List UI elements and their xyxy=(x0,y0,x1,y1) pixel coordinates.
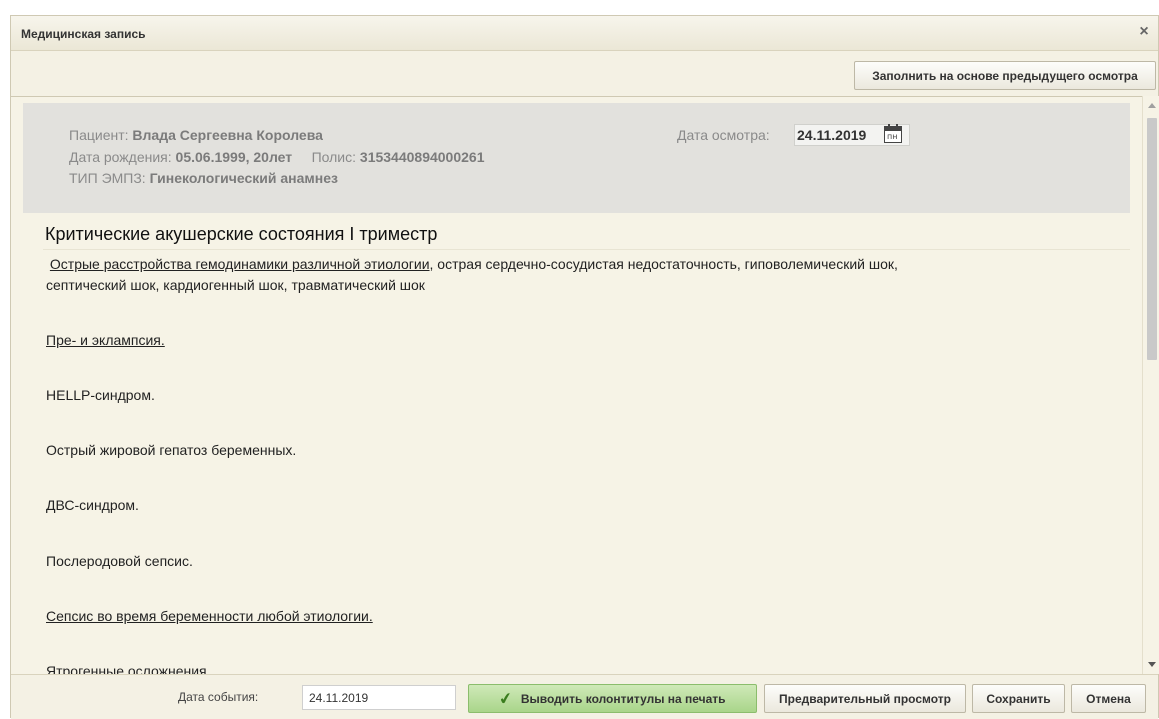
dialog-footer: Дата события: ✔ Выводить колонтитулы на … xyxy=(11,674,1158,719)
vertical-scrollbar[interactable] xyxy=(1142,96,1159,674)
list-item: Послеродовой сепсис. xyxy=(46,553,193,569)
list-item: Острый жировой гепатоз беременных. xyxy=(46,442,297,458)
dob-label: Дата рождения: xyxy=(69,149,172,165)
scrollbar-thumb[interactable] xyxy=(1147,118,1157,360)
emz-type-line: ТИП ЭМПЗ: Гинекологический анамнез xyxy=(69,170,338,186)
dialog-titlebar: Медицинская запись × xyxy=(11,16,1158,51)
fill-from-previous-button[interactable]: Заполнить на основе предыдущего осмотра xyxy=(854,61,1156,90)
item-link[interactable]: Острые расстройства гемодинамики различн… xyxy=(50,256,430,272)
calendar-icon-text: пн xyxy=(887,132,898,141)
checkmark-icon: ✔ xyxy=(498,689,515,709)
patient-dob-line: Дата рождения: 05.06.1999, 20лет Полис: … xyxy=(69,149,484,165)
close-icon[interactable]: × xyxy=(1136,24,1152,40)
scroll-down-icon[interactable] xyxy=(1148,662,1156,667)
cancel-button[interactable]: Отмена xyxy=(1071,684,1146,713)
list-item-continuation: септический шок, кардиогенный шок, травм… xyxy=(46,277,425,293)
item-text: , острая сердечно-сосудистая недостаточн… xyxy=(429,256,898,272)
patient-header: Пациент: Влада Сергеевна Королева Дата р… xyxy=(23,103,1130,213)
print-headers-button[interactable]: ✔ Выводить колонтитулы на печать xyxy=(468,684,757,713)
calendar-icon[interactable]: пн xyxy=(884,124,902,143)
dob-value: 05.06.1999, 20лет xyxy=(175,149,293,165)
list-item: ДВС-синдром. xyxy=(46,497,139,513)
record-content[interactable]: Пациент: Влада Сергеевна Королева Дата р… xyxy=(11,96,1142,674)
emz-type-value: Гинекологический анамнез xyxy=(149,170,338,186)
event-date-input[interactable] xyxy=(302,685,456,710)
emz-type-label: ТИП ЭМПЗ: xyxy=(69,170,146,186)
section-title: Критические акушерские состояния I триме… xyxy=(45,224,438,244)
dialog-title: Медицинская запись xyxy=(21,27,146,41)
medical-record-dialog: Медицинская запись × Заполнить на основе… xyxy=(10,15,1159,719)
preview-button[interactable]: Предварительный просмотр xyxy=(764,684,966,713)
policy-label: Полис: xyxy=(311,149,357,165)
exam-date-label: Дата осмотра: xyxy=(677,127,770,143)
scroll-up-icon[interactable] xyxy=(1148,103,1156,108)
list-item: HELLP-синдром. xyxy=(46,387,155,403)
list-item: Острые расстройства гемодинамики различн… xyxy=(46,256,898,272)
policy-value: 3153440894000261 xyxy=(359,149,485,165)
item-link[interactable]: Пре- и эклампсия. xyxy=(46,332,165,348)
list-item[interactable]: Пре- и эклампсия. xyxy=(46,332,165,348)
section-divider xyxy=(43,249,1130,250)
patient-name-line: Пациент: Влада Сергеевна Королева xyxy=(69,127,323,143)
print-headers-label: Выводить колонтитулы на печать xyxy=(520,691,726,706)
event-date-label: Дата события: xyxy=(178,690,259,704)
list-item[interactable]: Сепсис во время беременности любой этиол… xyxy=(46,608,373,624)
dialog-toolbar: Заполнить на основе предыдущего осмотра xyxy=(11,52,1158,94)
save-button[interactable]: Сохранить xyxy=(972,684,1065,713)
patient-name-label: Пациент: xyxy=(69,127,129,143)
patient-name: Влада Сергеевна Королева xyxy=(132,127,323,143)
list-item: Ятрогенные осложнения xyxy=(46,663,207,674)
item-link[interactable]: Сепсис во время беременности любой этиол… xyxy=(46,608,373,624)
